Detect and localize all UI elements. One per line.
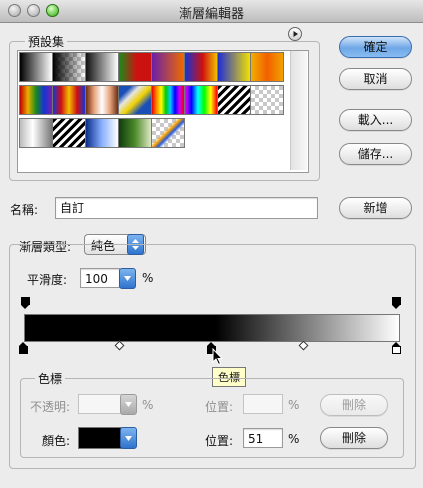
save-button[interactable]: 儲存...: [339, 143, 412, 165]
opacity-location-label: 位置:: [205, 400, 234, 414]
gradient-bar[interactable]: [24, 314, 400, 342]
stops-label: 色標: [35, 370, 66, 387]
preset-swatch-15[interactable]: [217, 85, 251, 115]
preset-swatch-20[interactable]: [118, 118, 152, 148]
color-dropdown-icon[interactable]: [120, 427, 137, 449]
color-swatch[interactable]: [78, 427, 122, 449]
preset-swatch-8[interactable]: [250, 52, 284, 82]
color-stop-left[interactable]: [19, 342, 28, 354]
preset-swatch-14[interactable]: [184, 85, 218, 115]
preset-swatch-17[interactable]: [19, 118, 53, 148]
preset-swatch-13[interactable]: [151, 85, 185, 115]
window-title: 漸層編輯器: [178, 7, 244, 22]
preset-swatch-18[interactable]: [52, 118, 86, 148]
presets-menu-icon[interactable]: [288, 27, 302, 41]
preset-swatch-2[interactable]: [52, 52, 86, 82]
opacity-label: 不透明:: [30, 400, 71, 414]
preset-swatch-1[interactable]: [19, 52, 53, 82]
preset-swatch-19[interactable]: [85, 118, 119, 148]
ok-button[interactable]: 確定: [339, 36, 412, 58]
opacity-unit: %: [142, 398, 154, 412]
delete-opacity-stop-button[interactable]: 刪除: [320, 394, 388, 416]
smoothness-label: 平滑度:: [27, 273, 68, 287]
preset-swatch-16[interactable]: [250, 85, 284, 115]
opacity-dropdown-icon[interactable]: [120, 394, 137, 415]
color-stop-right[interactable]: [392, 342, 401, 354]
preset-swatch-11[interactable]: [85, 85, 119, 115]
preset-swatch-9[interactable]: [19, 85, 53, 115]
preset-swatch-10[interactable]: [52, 85, 86, 115]
preset-swatch-7[interactable]: [217, 52, 251, 82]
preset-swatch-6[interactable]: [184, 52, 218, 82]
presets-scrollbar[interactable]: [290, 51, 307, 170]
new-button[interactable]: 新增: [339, 197, 412, 219]
preset-swatch-4[interactable]: [118, 52, 152, 82]
smoothness-field[interactable]: 100: [80, 268, 120, 288]
opacity-field[interactable]: [78, 394, 122, 414]
color-location-field[interactable]: 51: [243, 428, 283, 448]
color-location-label: 位置:: [205, 434, 234, 448]
smoothness-dropdown-icon[interactable]: [119, 268, 136, 289]
load-button[interactable]: 載入...: [339, 109, 412, 131]
cancel-button[interactable]: 取消: [339, 68, 412, 90]
presets-label: 預設集: [25, 33, 68, 50]
smoothness-unit: %: [142, 271, 154, 285]
name-field[interactable]: 自訂: [55, 197, 318, 219]
title-bar: 漸層編輯器: [0, 0, 423, 23]
opacity-stop-right[interactable]: [392, 297, 401, 309]
color-label: 顏色:: [42, 434, 71, 448]
preset-swatch-12[interactable]: [118, 85, 152, 115]
preset-swatch-21[interactable]: [151, 118, 185, 148]
preset-swatch-5[interactable]: [151, 52, 185, 82]
delete-color-stop-button[interactable]: 刪除: [320, 427, 388, 449]
name-label: 名稱:: [10, 203, 39, 217]
opacity-location-field[interactable]: [243, 394, 283, 414]
opacity-stop-left[interactable]: [21, 297, 30, 309]
color-location-unit: %: [288, 432, 300, 446]
opacity-location-unit: %: [288, 398, 300, 412]
preset-swatch-3[interactable]: [85, 52, 119, 82]
mouse-pointer-icon: [212, 347, 224, 366]
